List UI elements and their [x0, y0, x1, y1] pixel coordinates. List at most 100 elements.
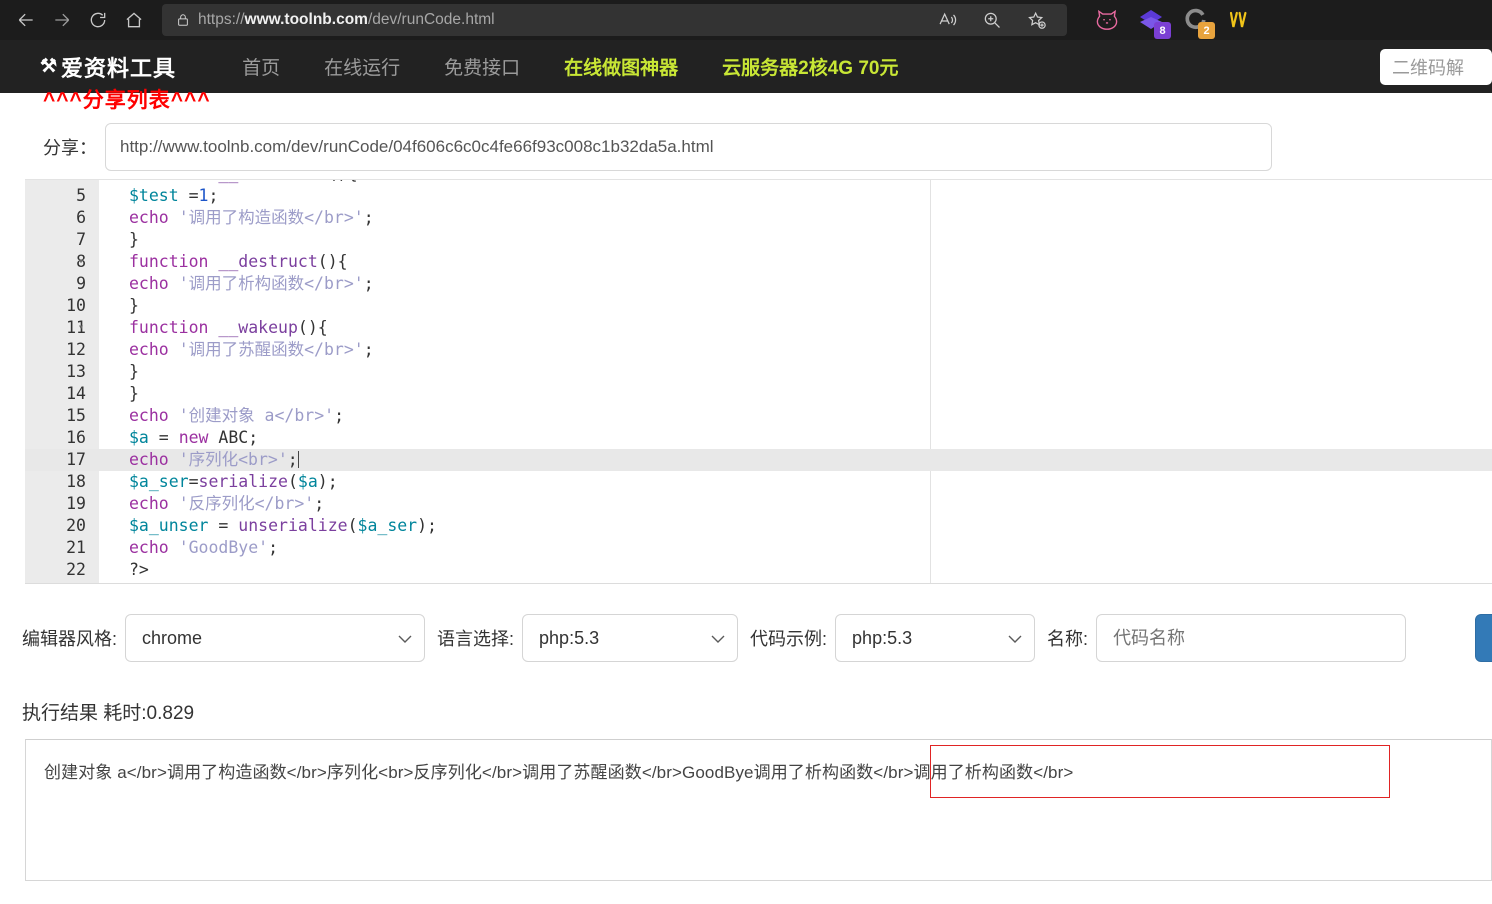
code-token: );	[417, 516, 437, 535]
fold-toggle-icon[interactable]: ▾	[74, 251, 84, 273]
site-header: ⚒ 爱资料工具 首页 在线运行 免费接口 在线做图神器 云服务器2核4G 70元…	[0, 40, 1492, 93]
cat-extension-icon[interactable]	[1093, 6, 1121, 34]
result-output-text: 创建对象 a</br>调用了构造函数</br>序列化<br>反序列化</br>调…	[44, 763, 1074, 782]
editor-line: 6 echo '调用了构造函数</br>';	[25, 207, 1492, 229]
code-token: ?>	[129, 560, 149, 579]
fold-toggle-icon[interactable]: ▾	[74, 317, 84, 339]
editor-line-code: echo '调用了苏醒函数</br>';	[99, 339, 1492, 361]
code-token: ;	[314, 494, 325, 513]
editor-line-code: echo '调用了构造函数</br>';	[99, 207, 1492, 229]
chevron-down-icon	[711, 628, 725, 649]
editor-line: 13}	[25, 361, 1492, 383]
editor-line: 20 $a_unser = unserialize($a_ser);	[25, 515, 1492, 537]
browser-toolbar: https://www.toolnb.com/dev/runCode.html …	[0, 0, 1492, 40]
editor-line-number: 17	[25, 449, 99, 471]
editor-line: 21 echo 'GoodBye';	[25, 537, 1492, 559]
purple-diamond-extension-icon[interactable]: 8	[1137, 6, 1171, 39]
editor-line-code: $a_unser = unserialize($a_ser);	[99, 515, 1492, 537]
nav-item-cloud-server-ad[interactable]: 云服务器2核4G 70元	[700, 53, 920, 80]
code-token: '反序列化</br>'	[178, 494, 315, 513]
back-icon[interactable]	[8, 4, 44, 36]
share-label: 分享：	[43, 138, 97, 158]
editor-code-area[interactable]: 4▾function __construct(){5$test =1;6echo…	[25, 180, 1492, 581]
nav-item-online-run[interactable]: 在线运行	[302, 53, 422, 80]
code-token: $a_ser	[129, 472, 189, 491]
code-token: (	[347, 516, 358, 535]
editor-line-number: 22	[25, 559, 99, 581]
chevron-down-icon	[1008, 628, 1022, 649]
nav-item-home[interactable]: 首页	[220, 53, 302, 80]
editor-line: 17 echo '序列化<br>';	[25, 449, 1492, 471]
fold-toggle-icon[interactable]: ▾	[74, 180, 84, 185]
favorite-icon[interactable]	[1015, 4, 1057, 36]
code-token: '序列化<br>'	[178, 450, 288, 469]
code-token: function	[129, 252, 209, 271]
editor-line: 11 ▾ function __wakeup(){	[25, 317, 1492, 339]
editor-line-code: $a_ser=serialize($a);	[99, 471, 1492, 493]
code-editor[interactable]: 4▾function __construct(){5$test =1;6echo…	[25, 179, 1492, 584]
reload-icon[interactable]	[80, 4, 116, 36]
nav-item-free-api[interactable]: 免费接口	[422, 53, 542, 80]
demo-label: 代码示例:	[750, 629, 828, 649]
code-token: '调用了构造函数</br>'	[178, 208, 364, 227]
demo-select[interactable]: php:5.3	[835, 614, 1036, 662]
url-path: /dev/runCode.html	[367, 11, 495, 28]
editor-line-number: 14	[25, 383, 99, 405]
omnibox-actions	[927, 4, 1057, 36]
gray-ring-extension-icon[interactable]: 2	[1181, 6, 1215, 39]
editor-line-code: }	[99, 383, 1492, 405]
zoom-icon[interactable]	[971, 4, 1013, 36]
url-text: https://www.toolnb.com/dev/runCode.html	[198, 11, 495, 29]
editor-line: 16 $a = new ABC;	[25, 427, 1492, 449]
code-token: 1	[198, 186, 209, 205]
editor-line-code: echo 'GoodBye';	[99, 537, 1492, 559]
code-token: =	[148, 428, 179, 447]
logo-mark-icon: ⚒	[40, 56, 59, 77]
share-url-input[interactable]	[105, 123, 1272, 171]
code-token: ;	[363, 340, 374, 359]
editor-line: 9 echo '调用了析构函数</br>';	[25, 273, 1492, 295]
editor-line: 19 echo '反序列化</br>';	[25, 493, 1492, 515]
editor-line-number: 20	[25, 515, 99, 537]
language-select[interactable]: php:5.3	[522, 614, 739, 662]
qr-decode-tool-button[interactable]: 二维码解	[1380, 49, 1492, 85]
yellow-w-extension-icon[interactable]	[1225, 6, 1253, 34]
code-token: }	[129, 296, 139, 315]
editor-line-number: 16	[25, 427, 99, 449]
editor-style-select[interactable]: chrome	[125, 614, 426, 662]
home-icon[interactable]	[116, 4, 152, 36]
editor-line-code: echo '反序列化</br>';	[99, 493, 1492, 515]
code-name-input[interactable]	[1096, 614, 1407, 662]
forward-icon[interactable]	[44, 4, 80, 36]
editor-line-number: 8 ▾	[25, 251, 99, 273]
editor-line-code: echo '调用了析构函数</br>';	[99, 273, 1492, 295]
editor-line-number: 6	[25, 207, 99, 229]
code-token: (){	[328, 180, 358, 183]
nav-item-online-chart-tool[interactable]: 在线做图神器	[542, 53, 700, 80]
run-button[interactable]	[1475, 614, 1492, 662]
editor-controls: 编辑器风格: chrome 语言选择: php:5.3 代码示例: php:5.…	[0, 584, 1492, 662]
editor-line: 10}	[25, 295, 1492, 317]
code-token: echo	[129, 494, 169, 513]
chevron-down-icon	[398, 628, 412, 649]
editor-line: 14}	[25, 383, 1492, 405]
qr-decode-tool-label: 二维码解	[1392, 58, 1464, 78]
code-token: echo	[129, 274, 169, 293]
code-token: '调用了苏醒函数</br>'	[178, 340, 364, 359]
code-token: =	[178, 186, 199, 205]
language-value: php:5.3	[539, 627, 600, 648]
editor-style-value: chrome	[142, 627, 203, 648]
read-aloud-icon[interactable]	[927, 4, 969, 36]
editor-line-number: 13	[25, 361, 99, 383]
editor-line-number: 18	[25, 471, 99, 493]
code-token: (){	[297, 318, 328, 337]
editor-line: 22 ?>	[25, 559, 1492, 581]
address-bar[interactable]: https://www.toolnb.com/dev/runCode.html	[162, 4, 1067, 36]
editor-line-code: }	[99, 361, 1492, 383]
site-logo[interactable]: ⚒ 爱资料工具	[40, 51, 176, 83]
